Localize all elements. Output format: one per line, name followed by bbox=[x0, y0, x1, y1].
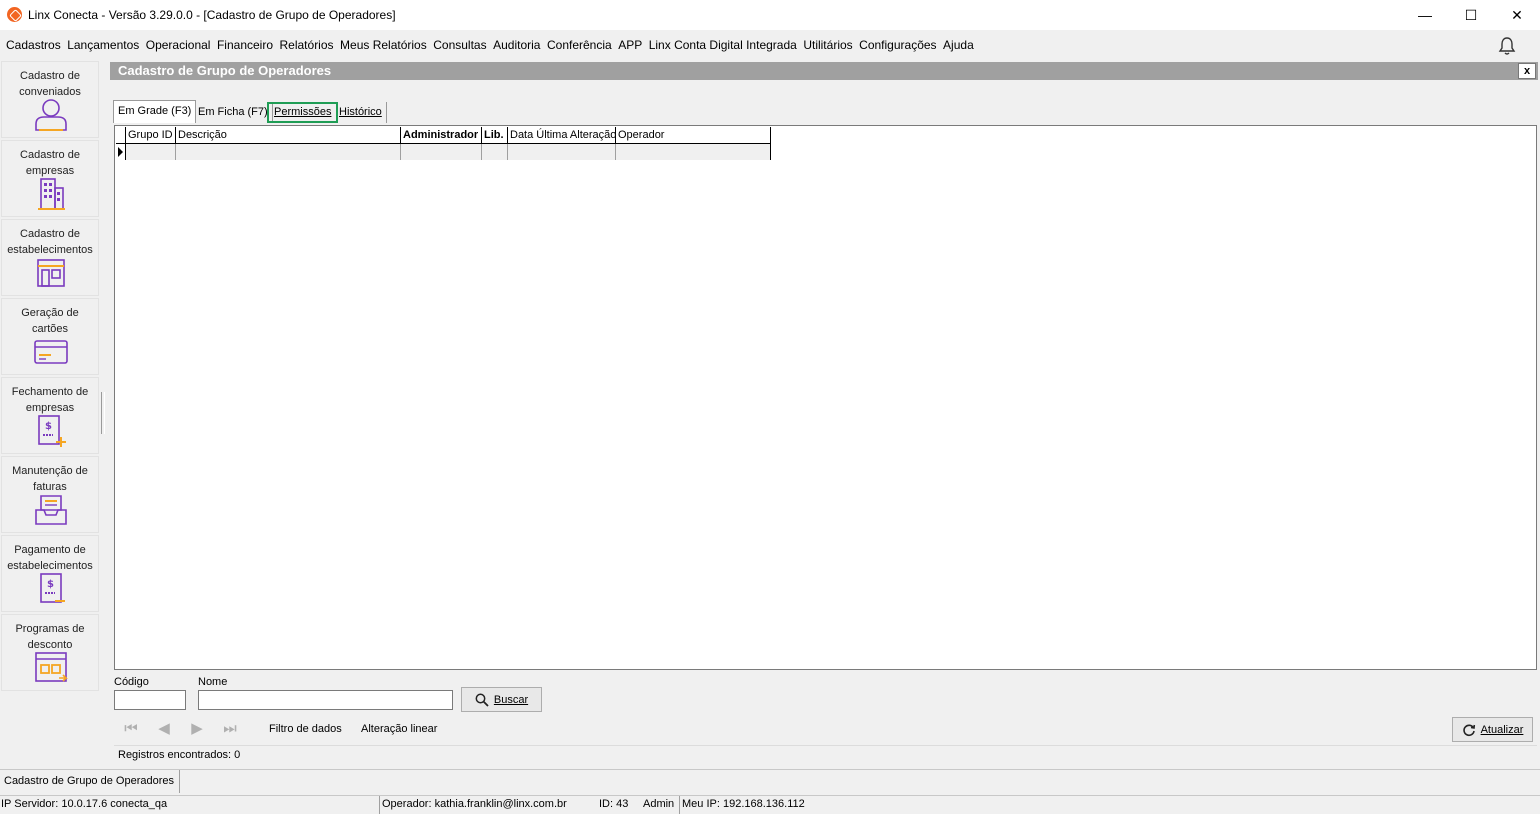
data-grid[interactable] bbox=[114, 125, 1537, 670]
tab-em-grade[interactable]: Em Grade (F3) bbox=[113, 100, 197, 123]
grid-header: Grupo ID Descrição Administrador Lib. Da… bbox=[116, 127, 771, 144]
operator-role: Admin bbox=[643, 798, 675, 810]
sidebar: Cadastro de conveniados Cadastro de empr… bbox=[0, 60, 100, 768]
code-input[interactable] bbox=[114, 690, 186, 710]
sidebar-item-pagamento[interactable]: Pagamento de estabelecimentos $ bbox=[1, 535, 99, 612]
menu-bar: Cadastros Lançamentos Operacional Financ… bbox=[0, 33, 1540, 57]
refresh-button[interactable]: Atualizar bbox=[1452, 717, 1533, 742]
cell-operador[interactable] bbox=[616, 144, 771, 160]
sidebar-item-label: Manutenção de faturas bbox=[12, 465, 88, 493]
sidebar-item-label: Programas de desconto bbox=[15, 623, 85, 651]
search-button[interactable]: Buscar bbox=[461, 687, 542, 712]
sidebar-item-programas-desconto[interactable]: Programas de desconto bbox=[1, 614, 99, 691]
card-icon bbox=[34, 340, 68, 364]
form-status-bar bbox=[0, 769, 1540, 794]
refresh-icon bbox=[1462, 723, 1475, 736]
form-close-button[interactable]: x bbox=[1518, 63, 1536, 79]
sidebar-item-fechamento[interactable]: Fechamento de empresas $ bbox=[1, 377, 99, 454]
table-row[interactable] bbox=[116, 144, 771, 160]
menu-cadastros[interactable]: Cadastros bbox=[6, 38, 61, 52]
sidebar-item-label: Fechamento de empresas bbox=[11, 386, 89, 414]
sidebar-item-estabelecimentos[interactable]: Cadastro de estabelecimentos bbox=[1, 219, 99, 296]
sidebar-item-empresas[interactable]: Cadastro de empresas bbox=[1, 140, 99, 217]
last-record-icon[interactable]: ⏭ bbox=[220, 720, 240, 738]
name-input[interactable] bbox=[198, 690, 453, 710]
previous-record-icon[interactable]: ◀ bbox=[154, 720, 174, 738]
tab-historico[interactable]: Histórico bbox=[335, 102, 387, 123]
app-logo-icon bbox=[7, 7, 22, 22]
inbox-tray-icon bbox=[35, 495, 67, 525]
cell-administrador[interactable] bbox=[401, 144, 482, 160]
records-found-bar: Registros encontrados: 0 bbox=[114, 745, 1537, 765]
name-label: Nome bbox=[198, 676, 228, 688]
operator-id: ID: 43 bbox=[599, 798, 629, 810]
grid-indicator-header bbox=[116, 127, 126, 144]
bell-icon[interactable] bbox=[1497, 36, 1517, 56]
column-header-administrador[interactable]: Administrador bbox=[401, 127, 482, 144]
column-header-descricao[interactable]: Descrição bbox=[176, 127, 401, 144]
search-icon bbox=[475, 693, 489, 707]
column-header-data-ultima-alteracao[interactable]: Data Última Alteração bbox=[508, 127, 616, 144]
sidebar-item-label: Pagamento de estabelecimentos bbox=[7, 544, 93, 572]
sidebar-splitter[interactable] bbox=[101, 392, 105, 434]
first-record-icon[interactable]: ⏮ bbox=[121, 720, 141, 738]
tab-em-ficha[interactable]: Em Ficha (F7) bbox=[194, 102, 273, 123]
menu-lancamentos[interactable]: Lançamentos bbox=[67, 38, 139, 52]
maximize-button[interactable]: ☐ bbox=[1448, 0, 1494, 30]
search-button-label: Buscar bbox=[493, 693, 529, 706]
sidebar-item-cartoes[interactable]: Geração de cartões bbox=[1, 298, 99, 375]
operator-email: Operador: kathia.franklin@linx.com.br bbox=[382, 798, 567, 810]
cell-lib[interactable] bbox=[482, 144, 508, 160]
store-icon bbox=[37, 259, 65, 287]
invoice-plus-icon: $ bbox=[38, 415, 66, 447]
cell-descricao[interactable] bbox=[176, 144, 401, 160]
building-icon bbox=[38, 178, 65, 210]
code-label: Código bbox=[114, 676, 149, 688]
close-button[interactable]: ✕ bbox=[1494, 0, 1540, 30]
sidebar-item-faturas[interactable]: Manutenção de faturas bbox=[1, 456, 99, 533]
sidebar-item-label: Cadastro de conveniados bbox=[19, 70, 81, 98]
cell-grupo-id[interactable] bbox=[126, 144, 176, 160]
my-ip: Meu IP: 192.168.136.112 bbox=[682, 798, 805, 810]
window-title: Linx Conecta - Versão 3.29.0.0 - [Cadast… bbox=[28, 8, 396, 22]
records-found-text: Registros encontrados: 0 bbox=[118, 749, 241, 761]
menu-relatorios[interactable]: Relatórios bbox=[280, 38, 334, 52]
menu-linx-conta-digital[interactable]: Linx Conta Digital Integrada bbox=[649, 38, 797, 52]
sidebar-item-label: Geração de cartões bbox=[21, 307, 79, 335]
next-record-icon[interactable]: ▶ bbox=[187, 720, 207, 738]
linear-change-button[interactable]: Alteração linear bbox=[361, 723, 437, 735]
server-ip: IP Servidor: 10.0.17.6 conecta_qa bbox=[1, 798, 168, 810]
sidebar-item-conveniados[interactable]: Cadastro de conveniados bbox=[1, 61, 99, 138]
invoice-minus-icon: $ bbox=[40, 573, 65, 603]
menu-operacional[interactable]: Operacional bbox=[146, 38, 211, 52]
menu-consultas[interactable]: Consultas bbox=[433, 38, 486, 52]
menu-utilitarios[interactable]: Utilitários bbox=[803, 38, 852, 52]
active-form-name: Cadastro de Grupo de Operadores bbox=[0, 770, 180, 793]
form-title: Cadastro de Grupo de Operadores bbox=[118, 63, 332, 78]
cell-data-ultima-alteracao[interactable] bbox=[508, 144, 616, 160]
column-header-grupo-id[interactable]: Grupo ID bbox=[126, 127, 176, 144]
sidebar-item-label: Cadastro de empresas bbox=[20, 149, 80, 177]
menu-app[interactable]: APP bbox=[618, 38, 642, 52]
user-icon bbox=[35, 99, 67, 131]
data-filter-button[interactable]: Filtro de dados bbox=[269, 723, 342, 735]
column-header-lib[interactable]: Lib. bbox=[482, 127, 508, 144]
discount-program-icon bbox=[35, 652, 68, 682]
refresh-button-label: Atualizar bbox=[1480, 723, 1524, 736]
minimize-button[interactable]: — bbox=[1402, 0, 1448, 30]
svg-text:$: $ bbox=[47, 579, 54, 590]
column-header-operador[interactable]: Operador bbox=[616, 127, 771, 144]
menu-configuracoes[interactable]: Configurações bbox=[859, 38, 936, 52]
svg-text:$: $ bbox=[45, 421, 52, 432]
sidebar-item-label: Cadastro de estabelecimentos bbox=[7, 228, 93, 256]
menu-auditoria[interactable]: Auditoria bbox=[493, 38, 540, 52]
menu-meus-relatorios[interactable]: Meus Relatórios bbox=[340, 38, 427, 52]
menu-financeiro[interactable]: Financeiro bbox=[217, 38, 273, 52]
row-indicator-icon bbox=[116, 144, 126, 160]
tab-permissoes[interactable]: Permissões bbox=[267, 102, 339, 123]
menu-conferencia[interactable]: Conferência bbox=[547, 38, 612, 52]
menu-ajuda[interactable]: Ajuda bbox=[943, 38, 974, 52]
